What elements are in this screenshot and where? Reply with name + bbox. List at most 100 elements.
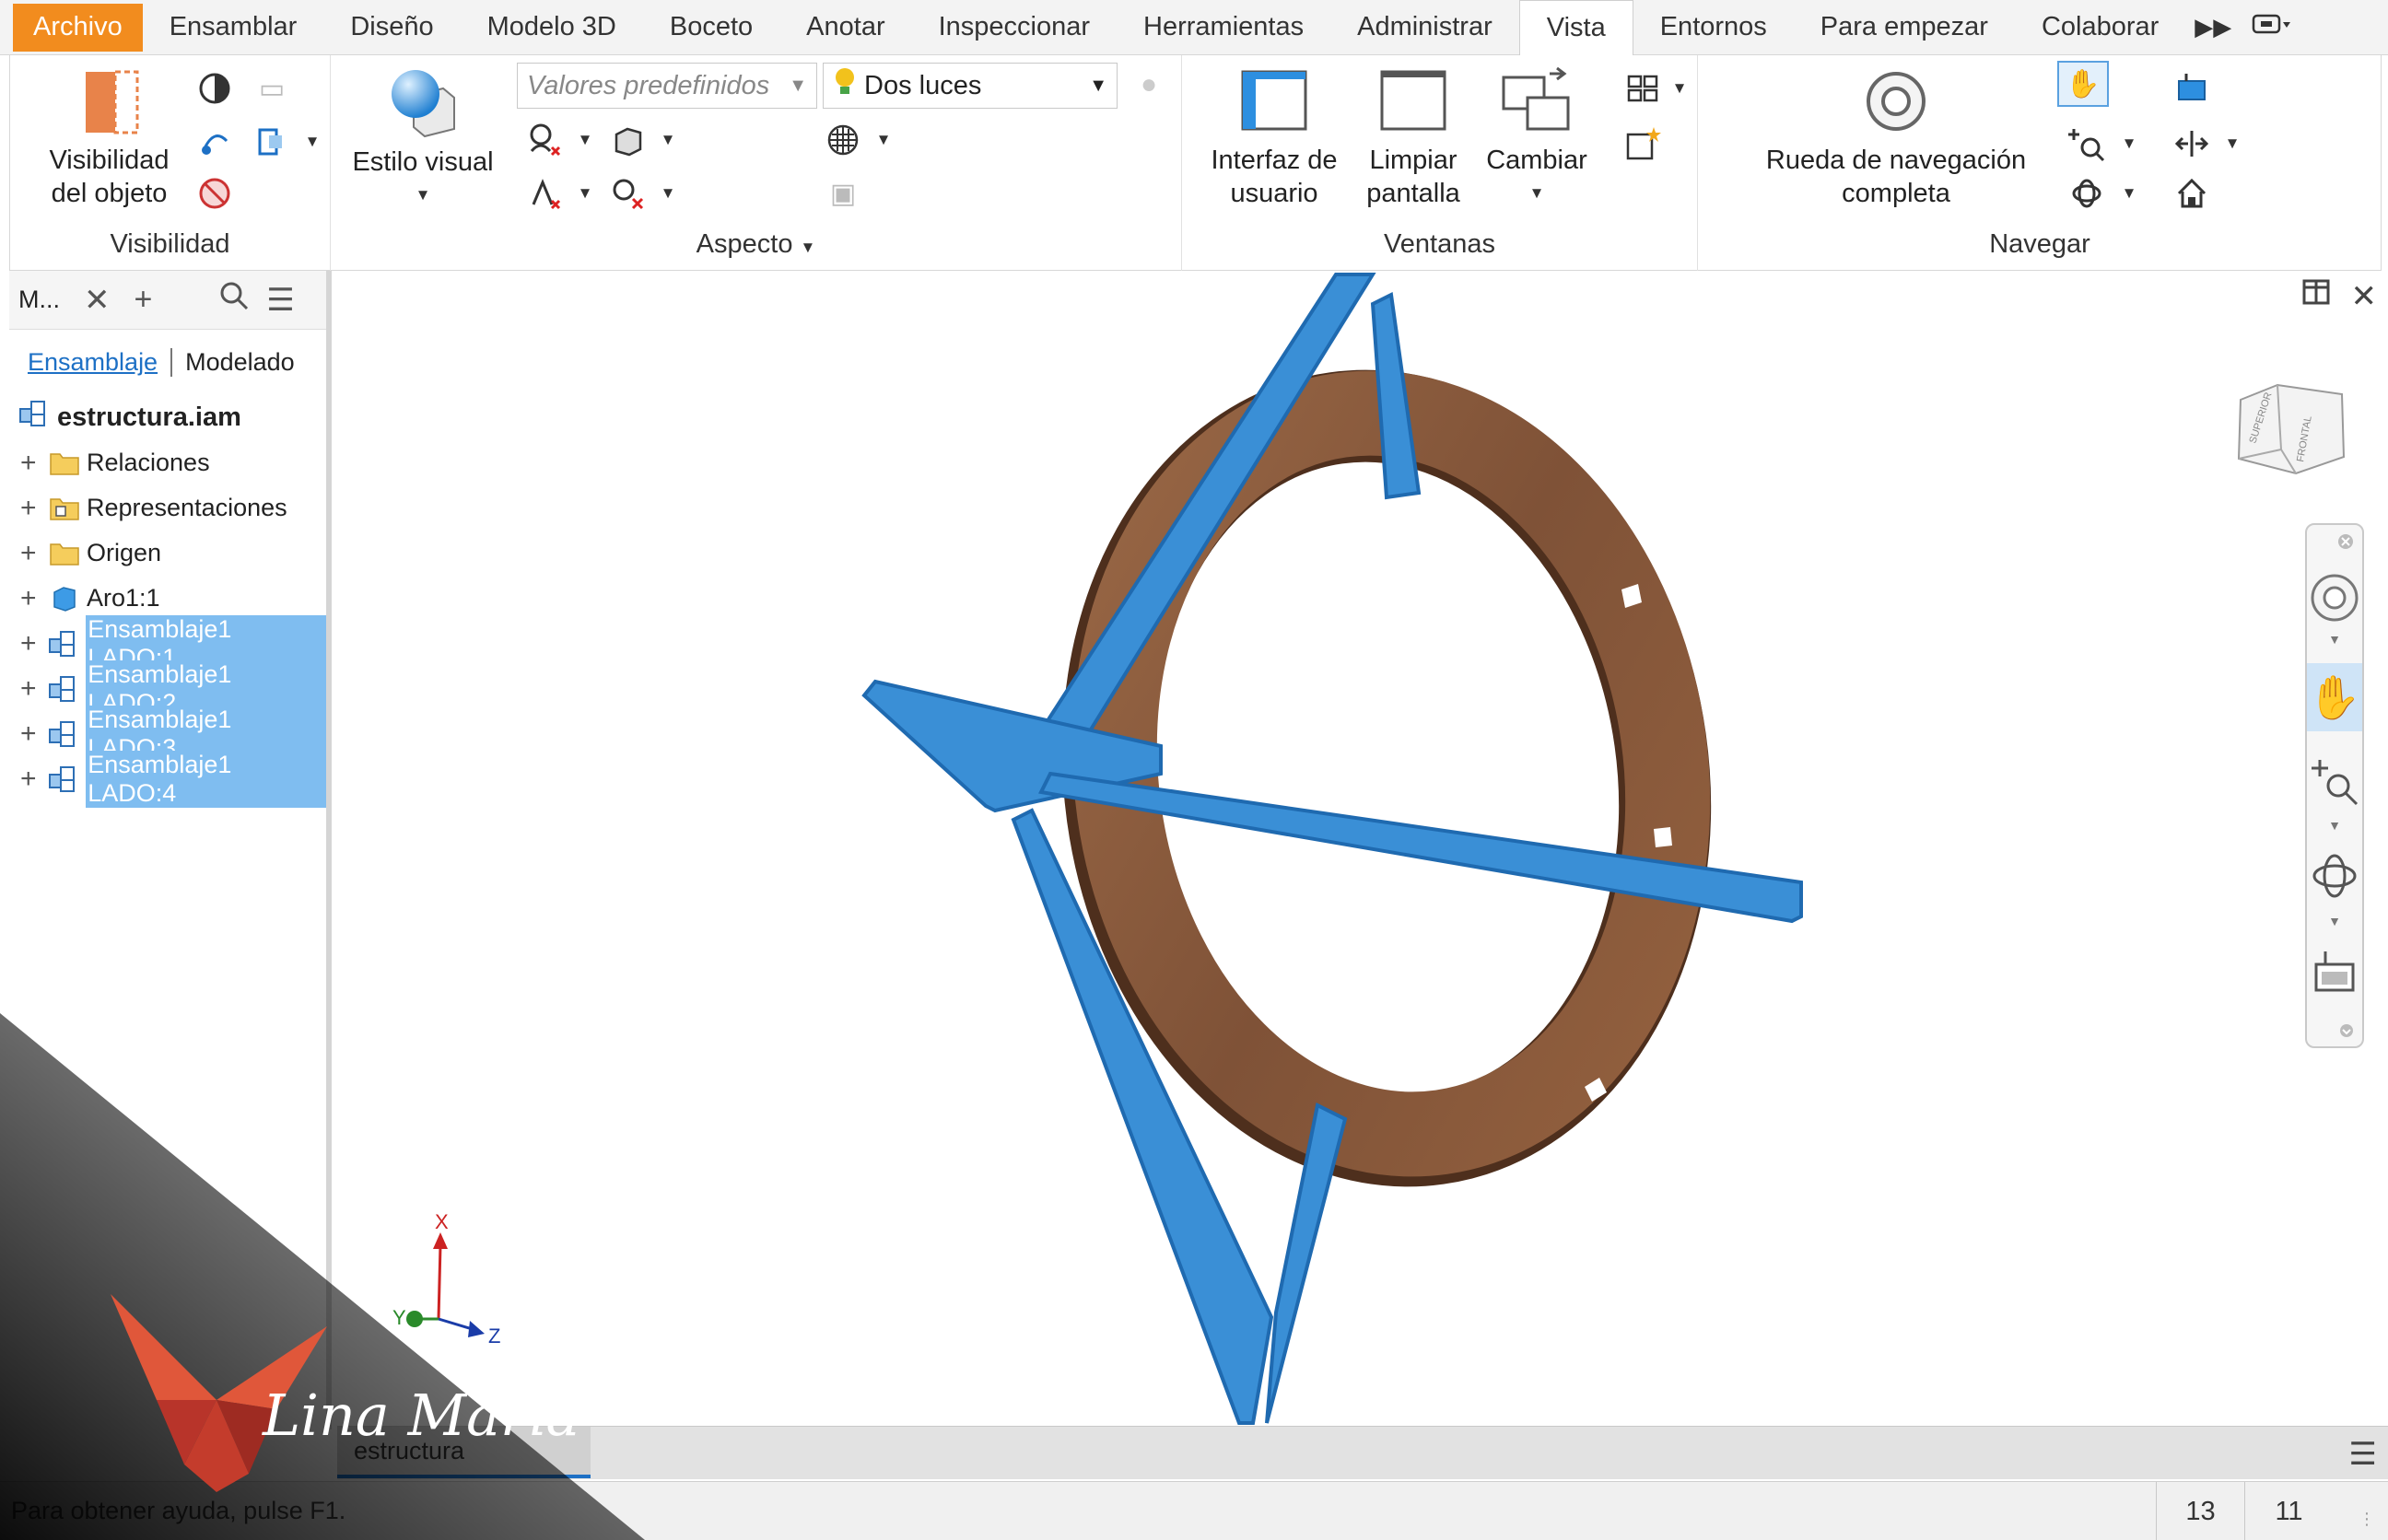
orbit-icon[interactable] xyxy=(2066,173,2107,214)
expand-icon[interactable]: + xyxy=(20,583,48,614)
tree-item-label: Relaciones xyxy=(87,449,210,476)
tab-modelo-3d[interactable]: Modelo 3D xyxy=(461,0,643,55)
tab-boceto[interactable]: Boceto xyxy=(643,0,779,55)
texture-icon[interactable] xyxy=(823,120,863,160)
document-tab[interactable]: estructura xyxy=(337,1427,591,1478)
tree-item-origen[interactable]: + Origen xyxy=(9,531,326,576)
section-view-icon[interactable] xyxy=(252,122,292,162)
glyph-icon[interactable] xyxy=(194,173,235,214)
mode-modelado[interactable]: Modelado xyxy=(185,348,295,377)
ground-plane-icon[interactable] xyxy=(607,173,648,214)
pan-icon[interactable]: ✋ xyxy=(2307,663,2362,731)
half-shade-icon[interactable] xyxy=(194,68,235,109)
orbit-icon[interactable] xyxy=(2307,846,2362,906)
ground-dropdown-icon[interactable]: ▼ xyxy=(648,173,688,214)
visual-style-dropdown-icon: ▼ xyxy=(415,186,431,204)
orbit-dropdown-icon[interactable]: ▼ xyxy=(2109,173,2149,214)
tree-item-representaciones[interactable]: + Representaciones xyxy=(9,485,326,531)
texture-dropdown-icon[interactable]: ▼ xyxy=(863,120,904,160)
navigation-wheel-icon[interactable] xyxy=(2307,567,2362,628)
menu-icon[interactable]: ☰ xyxy=(2349,1436,2377,1473)
tab-entornos[interactable]: Entornos xyxy=(1633,0,1794,55)
presets-select[interactable]: Valores predefinidos ▼ xyxy=(517,63,817,109)
reflections-icon[interactable] xyxy=(524,173,565,214)
expand-icon[interactable]: + xyxy=(20,764,48,795)
zoom-all-dropdown-icon[interactable]: ▼ xyxy=(2212,123,2253,164)
look-at-icon[interactable] xyxy=(2171,68,2212,109)
folder-icon xyxy=(48,540,81,567)
cube-shade-icon[interactable] xyxy=(607,120,648,160)
tab-herramientas[interactable]: Herramientas xyxy=(1117,0,1330,55)
chevron-down-icon[interactable]: ▼ xyxy=(2307,816,2362,834)
shadows-dropdown-icon[interactable]: ▼ xyxy=(565,120,605,160)
tab-vista[interactable]: Vista xyxy=(1518,0,1633,55)
menu-icon[interactable]: ☰ xyxy=(266,282,294,319)
tree-root[interactable]: estructura.iam xyxy=(9,394,326,440)
chevron-down-icon[interactable]: ▼ xyxy=(2307,912,2362,930)
ribbon-tab-bar: Archivo Ensamblar Diseño Modelo 3D Bocet… xyxy=(0,0,2388,55)
clean-screen-button[interactable]: Limpiar pantalla xyxy=(1355,64,1471,210)
zoom-icon[interactable] xyxy=(2066,123,2107,164)
tree-item-lado-4[interactable]: + Ensamblaje1 LADO:4 xyxy=(9,750,326,808)
tab-archivo[interactable]: Archivo xyxy=(13,3,143,52)
expand-icon[interactable]: + xyxy=(20,493,48,524)
object-visibility-icon xyxy=(85,70,138,134)
zoom-icon[interactable] xyxy=(2307,750,2362,811)
rotate-light-icon[interactable] xyxy=(194,122,235,162)
shadows-icon[interactable] xyxy=(524,120,565,160)
tab-diseno[interactable]: Diseño xyxy=(323,0,460,55)
new-window-icon[interactable] xyxy=(1622,123,1663,164)
tree-item-label: Ensamblaje1 LADO:4 xyxy=(86,750,326,808)
expand-icon[interactable]: + xyxy=(20,448,48,479)
zoom-all-icon[interactable] xyxy=(2171,123,2212,164)
switch-dropdown-icon: ▼ xyxy=(1528,184,1545,202)
ribbon-options-icon[interactable] xyxy=(2252,12,2292,42)
expand-icon[interactable]: + xyxy=(20,673,48,705)
panel-title-aspecto[interactable]: Aspecto ▼ xyxy=(331,229,1181,260)
pan-icon[interactable]: ✋ xyxy=(2057,61,2109,107)
resize-grip-icon[interactable]: ⋮ xyxy=(2359,1510,2375,1529)
user-interface-label: Interfaz de usuario xyxy=(1211,146,1338,208)
visual-style-button[interactable]: Estilo visual ▼ xyxy=(349,64,497,212)
tab-administrar[interactable]: Administrar xyxy=(1330,0,1519,55)
tab-colaborar[interactable]: Colaborar xyxy=(2015,0,2185,55)
aspecto-title: Aspecto xyxy=(696,229,793,259)
tab-ensamblar[interactable]: Ensamblar xyxy=(143,0,324,55)
close-icon[interactable]: ✕ xyxy=(84,282,111,319)
user-interface-button[interactable]: Interfaz de usuario xyxy=(1200,64,1348,210)
graphics-viewport[interactable]: ✕ SUPERIOR FRONTAL X Y Z xyxy=(337,271,2388,1426)
switch-window-button[interactable]: Cambiar ▼ xyxy=(1479,64,1595,210)
zoom-dropdown-icon[interactable]: ▼ xyxy=(2109,123,2149,164)
tree-item-label: Origen xyxy=(87,539,162,566)
tile-dropdown-icon[interactable]: ▼ xyxy=(1659,68,1700,109)
full-navigation-wheel-button[interactable]: Rueda de navegación completa xyxy=(1724,64,2068,210)
mode-ensamblaje[interactable]: Ensamblaje xyxy=(28,347,173,377)
search-icon[interactable] xyxy=(218,280,250,320)
lighting-select[interactable]: Dos luces ▼ xyxy=(823,63,1118,109)
browser-title[interactable]: M... xyxy=(18,286,60,314)
subassembly-icon xyxy=(48,720,81,748)
tab-para-empezar[interactable]: Para empezar xyxy=(1794,0,2015,55)
tab-inspeccionar[interactable]: Inspeccionar xyxy=(912,0,1117,55)
close-icon[interactable] xyxy=(2307,531,2362,553)
expand-icon[interactable]: + xyxy=(20,718,48,750)
more-tabs-icon[interactable]: ▶▶ xyxy=(2195,13,2231,41)
cube-dropdown-icon[interactable]: ▼ xyxy=(648,120,688,160)
viewcube[interactable]: SUPERIOR FRONTAL xyxy=(2231,372,2351,483)
section-dropdown-icon[interactable]: ▼ xyxy=(292,122,333,162)
tab-anotar[interactable]: Anotar xyxy=(779,0,911,55)
panel-title-ventanas: Ventanas xyxy=(1384,229,1495,259)
reflections-dropdown-icon[interactable]: ▼ xyxy=(565,173,605,214)
assembly-model[interactable] xyxy=(337,271,2388,1426)
expand-icon[interactable]: + xyxy=(20,538,48,569)
navigation-bar: ▼ ✋ ▼ ▼ xyxy=(2305,523,2364,1048)
object-visibility-button[interactable]: Visibilidad del objeto xyxy=(29,64,190,210)
expand-icon[interactable]: + xyxy=(20,628,48,659)
tree-item-relaciones[interactable]: + Relaciones xyxy=(9,440,326,485)
chevron-down-icon[interactable]: ▼ xyxy=(2307,630,2362,648)
tile-windows-icon[interactable] xyxy=(1622,68,1663,109)
home-icon[interactable] xyxy=(2171,173,2212,214)
look-at-icon[interactable] xyxy=(2307,941,2362,1002)
customize-icon[interactable] xyxy=(2307,1021,2362,1041)
add-browser-icon[interactable]: + xyxy=(135,282,153,318)
